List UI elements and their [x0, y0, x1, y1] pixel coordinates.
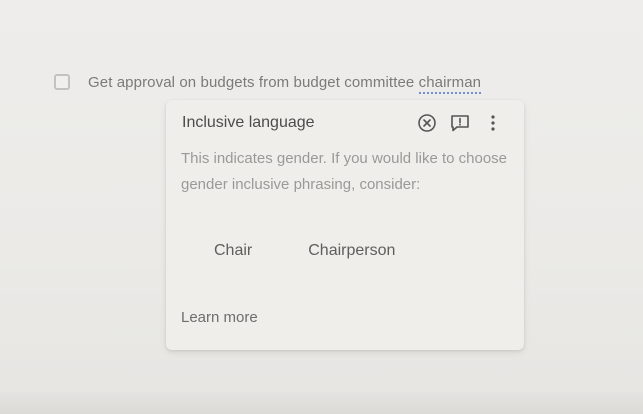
suggestion-chair[interactable]: Chair [214, 240, 252, 262]
card-body-text: This indicates gender. If you would like… [181, 150, 508, 193]
more-options-icon [491, 115, 495, 131]
suggestion-list: Chair Chairperson [214, 240, 451, 262]
task-text[interactable]: Get approval on budgets from budget comm… [88, 73, 482, 94]
task-checkbox[interactable] [54, 74, 70, 90]
flagged-word[interactable]: chairman [418, 73, 482, 94]
more-options-button[interactable] [482, 112, 504, 134]
learn-more-link[interactable]: Learn more [181, 309, 258, 326]
feedback-button[interactable] [449, 112, 471, 134]
dismiss-icon [418, 114, 436, 132]
task-text-before: Get approval on budgets from budget comm… [88, 73, 419, 91]
bottom-band [0, 392, 643, 414]
suggestion-chairperson[interactable]: Chairperson [308, 240, 395, 262]
task-row: Get approval on budgets from budget comm… [54, 66, 482, 98]
card-title: Inclusive language [182, 114, 315, 131]
inclusive-language-card: Inclusive language This indicates gender… [166, 100, 524, 350]
feedback-icon [451, 115, 469, 132]
dismiss-button[interactable] [416, 112, 438, 134]
card-actions [405, 112, 504, 134]
